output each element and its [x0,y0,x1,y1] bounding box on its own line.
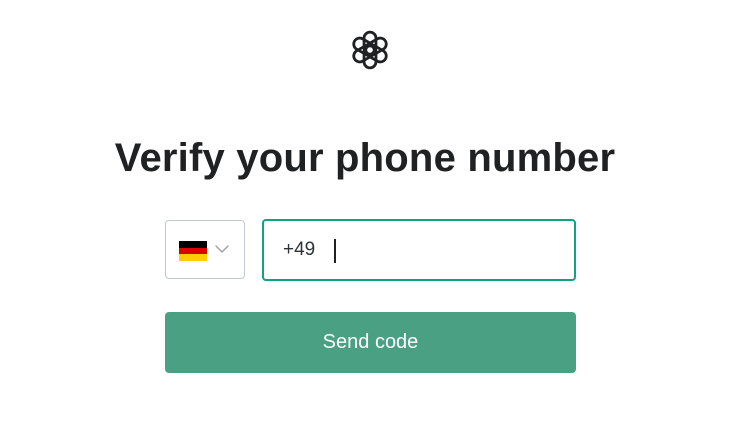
send-code-button[interactable]: Send code [165,312,576,373]
openai-logo-svg [352,30,388,70]
text-caret [334,239,336,263]
phone-number-input[interactable] [264,221,574,279]
flag-stripe-red [179,247,207,255]
germany-flag-icon [179,241,207,261]
flag-stripe-gold [179,254,207,261]
country-code-select[interactable] [165,220,245,279]
page-title: Verify your phone number [114,136,616,180]
flag-stripe-black [179,241,207,248]
openai-logo-icon [349,29,391,71]
chevron-down-icon [215,245,229,253]
phone-number-field[interactable] [262,219,576,281]
